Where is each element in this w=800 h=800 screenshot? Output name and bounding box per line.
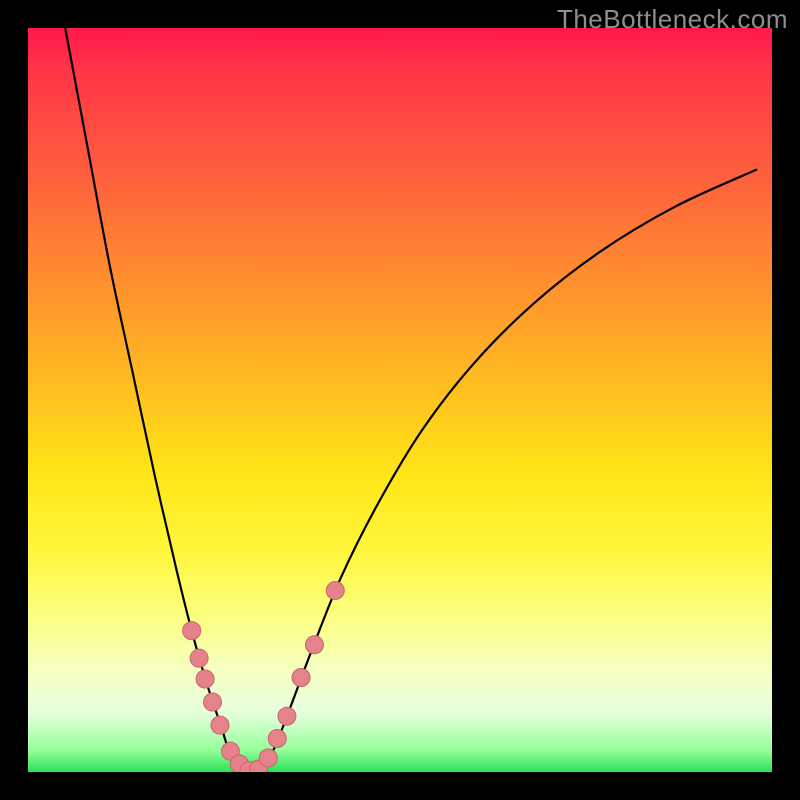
bottleneck-curve — [65, 28, 757, 772]
chart-frame: TheBottleneck.com — [0, 0, 800, 800]
data-point — [268, 730, 286, 748]
data-point — [190, 649, 208, 667]
data-point — [278, 707, 296, 725]
data-point — [305, 636, 323, 654]
data-point — [204, 693, 222, 711]
data-point — [183, 622, 201, 640]
data-point — [326, 581, 344, 599]
data-point — [211, 716, 229, 734]
plot-area — [28, 28, 772, 772]
data-point — [292, 669, 310, 687]
data-point — [259, 749, 277, 767]
chart-svg — [28, 28, 772, 772]
data-markers — [183, 581, 345, 772]
data-point — [196, 670, 214, 688]
